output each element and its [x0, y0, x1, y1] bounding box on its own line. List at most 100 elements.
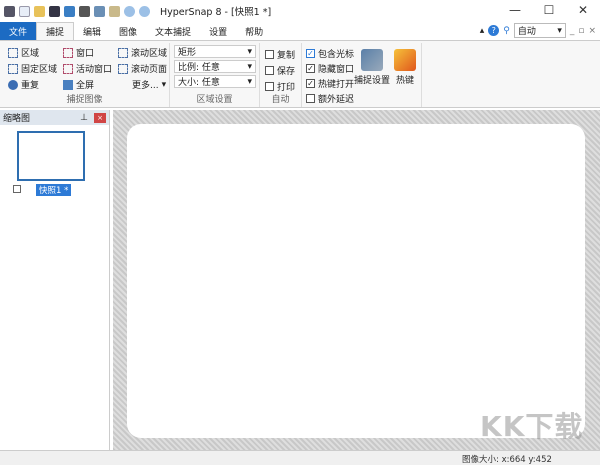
ribbon: 区域 固定区域 重复 窗口 活动窗口 全屏 滚动区域 滚动页面 更多... ▾ 捕…: [0, 40, 600, 108]
label: 复制: [277, 51, 296, 61]
group-options: ✓ 包含光标 ✓ 隐藏窗口 ✓ 热键打开 额外延迟 捕捉设置 热键: [302, 43, 422, 107]
label: 热键打开: [318, 80, 355, 90]
shape-select[interactable]: 矩形 ▾: [174, 45, 256, 58]
active-window-icon: [63, 63, 73, 74]
label: 重复: [21, 81, 40, 91]
zoom-select[interactable]: 自动 ▾: [513, 23, 566, 38]
tab-image[interactable]: 图像: [110, 22, 146, 40]
extra-delay-checkbox[interactable]: 额外延迟: [306, 92, 354, 105]
hide-window-checkbox[interactable]: ✓ 隐藏窗口: [306, 62, 354, 75]
ribbon-tabs: 文件 捕捉 编辑 图像 文本捕捉 设置 帮助 ▴ ? ⚲ 自动 ▾ _ ▫ ×: [0, 22, 600, 40]
panel-header: 缩略图 ⊥ ×: [0, 110, 109, 125]
tab-file[interactable]: 文件: [0, 22, 36, 40]
clipboard-icon[interactable]: [109, 5, 120, 17]
label: 捕捉设置: [354, 76, 391, 86]
tab-capture[interactable]: 捕捉: [36, 22, 75, 40]
capture-scroll-region-button[interactable]: 滚动区域: [118, 46, 167, 59]
upload-icon[interactable]: [64, 5, 75, 17]
new-icon[interactable]: [19, 5, 30, 17]
open-icon[interactable]: [34, 5, 45, 17]
watermark: KK下载: [480, 410, 584, 443]
tab-text-capture[interactable]: 文本捕捉: [146, 22, 200, 40]
mdi-restore-icon[interactable]: ▫: [578, 26, 584, 36]
label: 窗口: [76, 49, 95, 59]
print-icon[interactable]: [79, 5, 90, 17]
label: 包含光标: [318, 50, 355, 60]
thumbnail[interactable]: [17, 131, 85, 181]
help-icon[interactable]: ?: [488, 25, 500, 36]
thumbnail-label[interactable]: 快照1 *: [36, 184, 72, 196]
minimize-button[interactable]: —: [498, 0, 532, 20]
auto-save-checkbox[interactable]: 保存: [265, 64, 295, 77]
checkbox[interactable]: [265, 82, 274, 91]
thumbnail-checkbox[interactable]: [13, 185, 21, 193]
group-capture-image: 区域 固定区域 重复 窗口 活动窗口 全屏 滚动区域 滚动页面 更多... ▾ 捕…: [0, 43, 170, 107]
close-button[interactable]: ✕: [566, 0, 600, 20]
window-title: HyperSnap 8 - [快照1 *]: [160, 7, 272, 18]
label: 保存: [277, 67, 296, 77]
thumbnail-panel: 缩略图 ⊥ × 快照1 *: [0, 110, 110, 450]
chevron-down-icon: ▾: [247, 46, 252, 57]
group-region-settings: 矩形 ▾ 比例: 任意 ▾ 大小: 任意 ▾ 区域设置: [170, 43, 260, 107]
redo-icon[interactable]: [139, 5, 150, 17]
capture-fullscreen-button[interactable]: 全屏: [63, 78, 94, 91]
capture-region-button[interactable]: 区域: [8, 46, 39, 59]
checkbox-checked[interactable]: ✓: [306, 49, 315, 58]
undo-icon[interactable]: [124, 5, 135, 17]
search-icon[interactable]: ⚲: [503, 26, 510, 36]
tab-edit[interactable]: 编辑: [74, 22, 110, 40]
pin-icon[interactable]: ⊥: [80, 113, 88, 123]
image-canvas[interactable]: [127, 124, 585, 438]
scroll-region-icon: [118, 47, 128, 58]
repeat-capture-button[interactable]: 重复: [8, 78, 39, 91]
capture-settings-icon: [361, 49, 383, 71]
checkbox-checked[interactable]: ✓: [306, 79, 315, 88]
capture-settings-button[interactable]: 捕捉设置: [354, 49, 390, 86]
label: 固定区域: [21, 65, 58, 75]
capture-icon[interactable]: [94, 5, 105, 17]
close-panel-button[interactable]: ×: [94, 112, 106, 123]
checkbox[interactable]: [306, 94, 315, 103]
chevron-down-icon: ▾: [247, 76, 252, 87]
title-bar: HyperSnap 8 - [快照1 *] — ☐ ✕: [0, 0, 600, 22]
window-icon: [63, 47, 73, 58]
maximize-button[interactable]: ☐: [532, 0, 566, 20]
capture-active-window-button[interactable]: 活动窗口: [63, 62, 112, 75]
scroll-page-icon: [118, 63, 128, 74]
label: 活动窗口: [76, 65, 113, 75]
group-auto: 复制 保存 打印 自动: [260, 43, 302, 107]
auto-copy-checkbox[interactable]: 复制: [265, 48, 295, 61]
status-bar: 图像大小: x:664 y:452: [0, 450, 600, 465]
label: 热键: [395, 76, 414, 86]
tab-help[interactable]: 帮助: [236, 22, 272, 40]
label: 全屏: [76, 81, 95, 91]
tab-settings[interactable]: 设置: [200, 22, 236, 40]
hotkeys-button[interactable]: 热键: [394, 49, 416, 86]
checkbox[interactable]: [265, 66, 274, 75]
label: 隐藏窗口: [318, 65, 355, 75]
chevron-down-icon: ▾: [161, 79, 167, 90]
capture-window-button[interactable]: 窗口: [63, 46, 94, 59]
image-size-text: 图像大小: x:664 y:452: [462, 455, 552, 465]
size-select[interactable]: 大小: 任意 ▾: [174, 75, 256, 88]
more-capture-button[interactable]: 更多... ▾: [132, 78, 167, 92]
checkbox[interactable]: [265, 50, 274, 59]
quick-access-toolbar: [0, 5, 150, 17]
save-icon[interactable]: [49, 5, 60, 17]
label: 额外延迟: [318, 95, 355, 105]
group-label: 自动: [271, 95, 290, 105]
ratio-select[interactable]: 比例: 任意 ▾: [174, 60, 256, 73]
label: 滚动区域: [131, 49, 168, 59]
hotkey-enable-checkbox[interactable]: ✓ 热键打开: [306, 77, 354, 90]
checkbox-checked[interactable]: ✓: [306, 64, 315, 73]
chevron-down-icon: ▾: [247, 61, 252, 72]
repeat-icon: [8, 79, 18, 90]
fixed-region-icon: [8, 63, 18, 74]
canvas-area[interactable]: [113, 110, 600, 450]
include-cursor-checkbox[interactable]: ✓ 包含光标: [306, 47, 354, 60]
capture-scroll-page-button[interactable]: 滚动页面: [118, 62, 167, 75]
mdi-close-icon[interactable]: ×: [588, 26, 596, 36]
capture-fixed-region-button[interactable]: 固定区域: [8, 62, 57, 75]
mdi-minimize-icon[interactable]: _: [570, 26, 575, 36]
collapse-ribbon-icon[interactable]: ▴: [480, 26, 485, 36]
